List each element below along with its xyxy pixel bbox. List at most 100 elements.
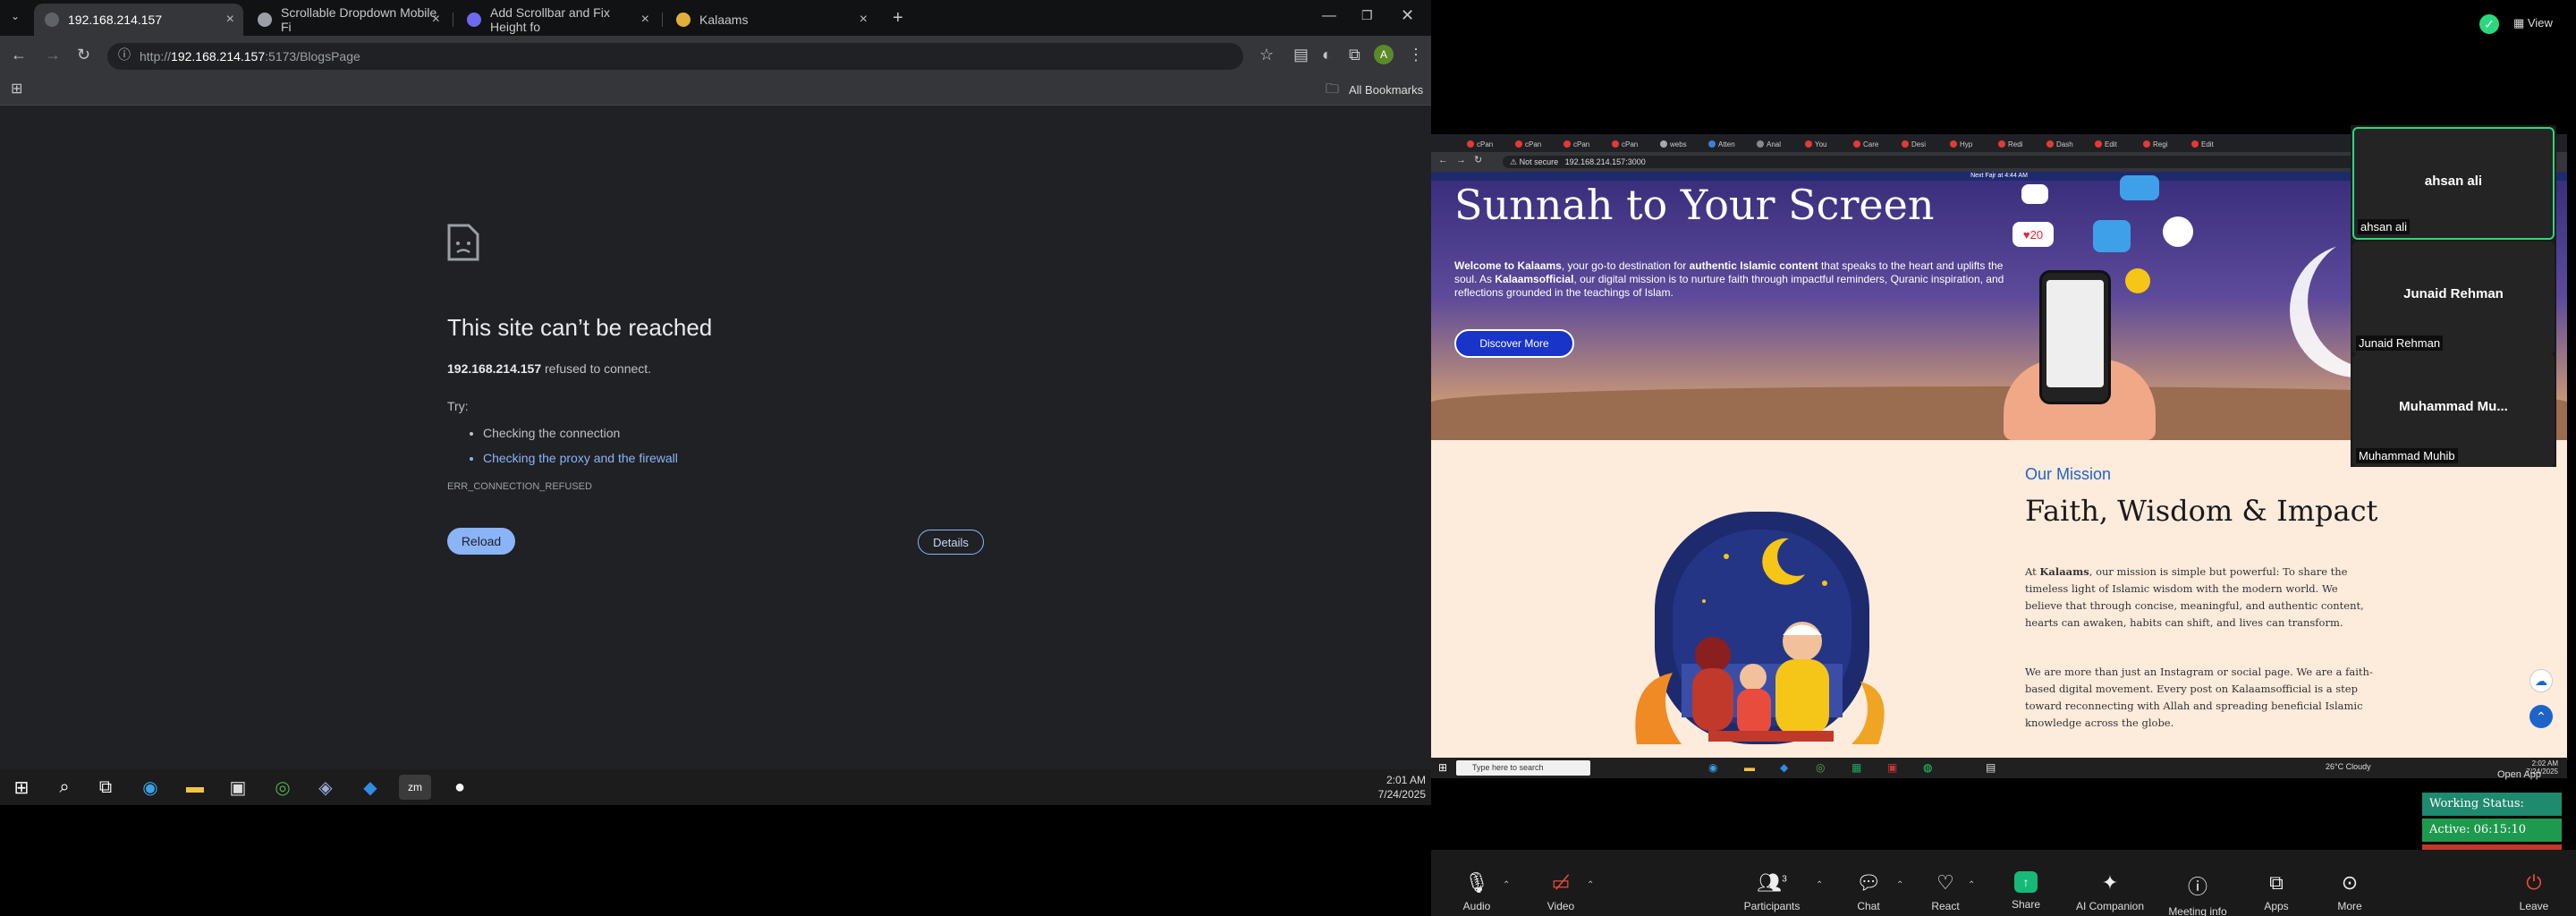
apps-button[interactable]: ⧉ Apps xyxy=(2236,871,2317,912)
hero-text: Welcome to Kalaams, your go-to destinati… xyxy=(1454,259,2009,300)
close-tab-icon[interactable]: × xyxy=(432,12,440,28)
participant-tile-muhammad[interactable]: Muhammad Mu... Muhammad Muhib xyxy=(2352,354,2555,467)
shared-tab: Anal xyxy=(1757,137,1781,151)
tab-search-icon[interactable]: ⌄ xyxy=(11,11,20,21)
app-circle-icon[interactable]: ● xyxy=(447,775,472,800)
new-tab-icon[interactable]: + xyxy=(893,9,903,27)
participant-name: ahsan ali xyxy=(2424,174,2483,189)
react-button[interactable]: ♡ React xyxy=(1905,871,1986,912)
tab-title: 192.168.214.157 xyxy=(68,13,163,27)
chrome-icon[interactable]: ◎ xyxy=(270,775,295,800)
chat-options-caret[interactable]: ⌃ xyxy=(1896,880,1903,890)
audio-label: Audio xyxy=(1462,900,1491,912)
tab-scrollable-dropdown[interactable]: Scrollable Dropdown Mobile Fi × xyxy=(247,4,449,36)
file-explorer-icon[interactable]: ▬ xyxy=(182,775,208,800)
folder-icon: 🗀 xyxy=(1326,81,1340,97)
react-options-caret[interactable]: ⌃ xyxy=(1968,880,1975,890)
ai-label: AI Companion xyxy=(2075,900,2145,912)
audio-button[interactable]: 🎙︎ Audio xyxy=(1436,871,1517,912)
tab-title: Add Scrollbar and Fix Height fo xyxy=(490,5,610,34)
openai-icon xyxy=(258,13,272,27)
extension-ruler-icon[interactable]: ▤ xyxy=(1293,47,1309,63)
error-code: ERR_CONNECTION_REFUSED xyxy=(447,481,592,492)
maximize-icon[interactable]: ❐ xyxy=(1361,9,1373,21)
like-bubble-icon xyxy=(2093,220,2131,252)
site-info-icon[interactable]: ⓘ xyxy=(118,48,131,61)
security-shield-icon[interactable]: ✓ xyxy=(2479,14,2499,34)
chat-button[interactable]: 💬︎ Chat xyxy=(1828,871,1909,912)
open-app-link[interactable]: Open App xyxy=(2497,769,2541,780)
participant-label: Muhammad Muhib xyxy=(2356,448,2458,463)
shared-tab: Care xyxy=(1853,137,1878,151)
tab-kalaams[interactable]: Kalaams × xyxy=(665,4,877,36)
reload-button[interactable]: Reload xyxy=(447,528,515,555)
forward-icon: → xyxy=(1456,155,1466,165)
weather-widget: 26°C Cloudy xyxy=(2326,762,2371,771)
edge-icon[interactable]: ◉ xyxy=(138,775,163,800)
participant-tile-junaid[interactable]: Junaid Rehman Junaid Rehman xyxy=(2352,242,2555,354)
close-tab-icon[interactable]: × xyxy=(226,12,234,28)
vscode-icon xyxy=(467,13,481,27)
shared-tab: cPan xyxy=(1563,137,1589,151)
task-view-icon[interactable]: ⧉ xyxy=(93,775,118,800)
participant-tile-ahsan[interactable]: ahsan ali ahsan ali xyxy=(2352,127,2555,240)
participant-name: Junaid Rehman xyxy=(2403,286,2504,301)
coin-icon xyxy=(2125,268,2150,293)
shared-tab: cPan xyxy=(1612,137,1638,151)
bookmark-star-icon[interactable]: ☆ xyxy=(1259,47,1274,63)
app-icon[interactable]: ◈ xyxy=(313,775,338,800)
shared-taskbar: ⊞ ◉ ▬ ◆ ◎ ▦ ▣ ◍ ▤ xyxy=(1431,758,2567,778)
menu-kebab-icon[interactable]: ⋮ xyxy=(1408,47,1424,63)
zoom-taskbar-icon[interactable]: zm xyxy=(399,775,431,800)
details-button[interactable]: Details xyxy=(918,530,984,555)
back-icon[interactable]: ← xyxy=(11,47,27,63)
hero-text-span: , your go-to destination for xyxy=(1561,259,1690,272)
close-tab-icon[interactable]: × xyxy=(641,12,649,28)
hero-brand: Welcome to Kalaams xyxy=(1454,259,1562,272)
bookmarks-bar: ⊞ 🗀 All Bookmarks xyxy=(0,75,1431,106)
shared-tab: cPan xyxy=(1515,137,1541,151)
apps-grid-icon[interactable]: ⊞ xyxy=(11,82,22,97)
forward-icon[interactable]: → xyxy=(45,47,61,63)
refresh-icon[interactable]: ↻ xyxy=(77,47,90,63)
all-bookmarks[interactable]: All Bookmarks xyxy=(1349,83,1423,97)
extension-icon[interactable]: ◐ xyxy=(1322,47,1332,63)
participants-options-caret[interactable]: ⌃ xyxy=(1816,880,1823,890)
address-bar[interactable]: ⓘ http://192.168.214.157:5173/BlogsPage xyxy=(107,43,1243,70)
participants-button[interactable]: 👥︎3 Participants xyxy=(1732,871,1812,912)
tab-active[interactable]: 192.168.214.157 × xyxy=(34,4,243,36)
store-icon[interactable]: ▣ xyxy=(225,775,250,800)
shared-tab: Regi xyxy=(2143,137,2167,151)
chat-bubble-icon xyxy=(2021,184,2048,204)
search-icon[interactable]: ⌕ xyxy=(52,775,77,800)
discover-more-button[interactable]: Discover More xyxy=(1454,329,1574,358)
share-button[interactable]: ↑ Share xyxy=(1986,871,2066,911)
suggestion-check-proxy-link[interactable]: Checking the proxy and the firewall xyxy=(483,451,1073,465)
close-tab-icon[interactable]: × xyxy=(860,12,868,28)
video-options-caret[interactable]: ⌃ xyxy=(1587,880,1594,890)
tab-add-scrollbar[interactable]: Add Scrollbar and Fix Height fo × xyxy=(456,4,658,36)
shared-tab: You xyxy=(1805,137,1827,151)
shared-tab: Dash xyxy=(2046,137,2073,151)
video-button[interactable]: ▭̸ Video xyxy=(1521,871,1601,912)
profile-avatar[interactable]: A xyxy=(1374,45,1394,64)
suggestion-list: Checking the connection Checking the pro… xyxy=(483,426,1073,465)
extensions-puzzle-icon[interactable]: ⧉ xyxy=(1349,47,1360,63)
minimize-icon[interactable]: — xyxy=(1322,9,1336,23)
ai-companion-button[interactable]: ✦ AI Companion xyxy=(2070,871,2150,912)
shared-url-text: 192.168.214.157:3000 xyxy=(1564,157,1646,166)
vscode-icon[interactable]: ◆ xyxy=(358,775,383,800)
leave-button[interactable]: ⏻ Leave xyxy=(2494,871,2574,912)
tab-title: Kalaams xyxy=(699,13,749,27)
close-window-icon[interactable]: ✕ xyxy=(1401,7,1414,23)
view-button[interactable]: ▦ View xyxy=(2513,16,2553,30)
meeting-info-button[interactable]: ⓘ Meeting info xyxy=(2157,871,2238,916)
clock-time: 2:01 AM xyxy=(1385,774,1426,786)
mission-eyebrow: Our Mission xyxy=(2025,465,2112,483)
shared-tab: Redi xyxy=(1998,137,2022,151)
windows-start-icon[interactable]: ⊞ xyxy=(9,775,34,800)
more-button[interactable]: ⊙ More xyxy=(2309,871,2390,912)
audio-options-caret[interactable]: ⌃ xyxy=(1503,880,1510,890)
error-message: 192.168.214.157 refused to connect. xyxy=(447,361,1073,376)
suggestion-check-connection: Checking the connection xyxy=(483,426,1073,440)
